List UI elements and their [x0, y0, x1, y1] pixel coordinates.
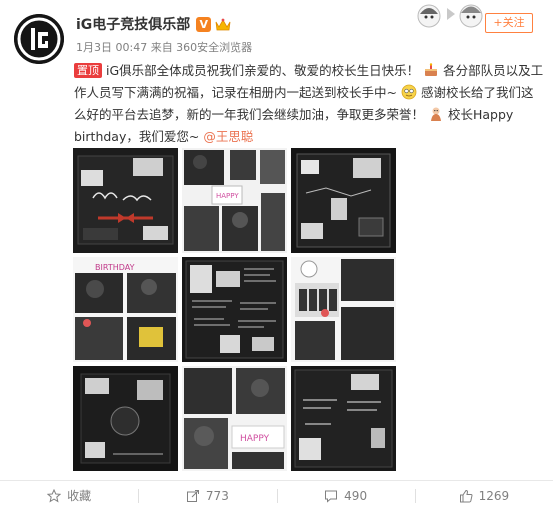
bow-emoji-icon: [431, 107, 441, 121]
author-info: iG电子竞技俱乐部 V: [76, 14, 231, 34]
like-count: 1269: [478, 488, 510, 503]
photo-9[interactable]: [291, 366, 396, 471]
repost-count: 773: [205, 488, 229, 503]
like-button[interactable]: 1269: [414, 481, 553, 510]
repost-icon: [186, 489, 199, 502]
photo-5[interactable]: [182, 257, 287, 362]
repost-button[interactable]: 773: [138, 481, 276, 510]
action-bar: 收藏 773 490 1269: [0, 481, 553, 510]
mention-link[interactable]: @王思聪: [203, 129, 253, 144]
photo-7[interactable]: [73, 366, 178, 471]
comment-button[interactable]: 490: [276, 481, 415, 510]
weibo-post-card: iG电子竞技俱乐部 V 1月3日 00:47 来自 360安全浏览器 +关注 置…: [0, 0, 553, 510]
pinned-tag: 置顶: [74, 63, 102, 78]
svg-text:HAPPY: HAPPY: [216, 192, 239, 200]
verified-badge: V: [196, 16, 212, 32]
photo-6[interactable]: [291, 257, 396, 362]
star-icon: [47, 488, 62, 502]
favorite-label: 收藏: [67, 489, 92, 503]
smile-emoji-icon: [401, 84, 417, 100]
svg-text:HAPPY: HAPPY: [240, 434, 270, 444]
comment-icon: [325, 490, 338, 503]
post-text: 置顶 iG俱乐部全体成员祝我们亲爱的、敬爱的校长生日快乐！ 各分部队员以及工作人…: [74, 60, 544, 148]
photo-1[interactable]: [73, 148, 178, 253]
cake-emoji-icon: [425, 63, 438, 76]
crown-icon: [215, 17, 231, 32]
avatar[interactable]: [14, 14, 64, 64]
photo-3[interactable]: [291, 148, 396, 253]
photo-4[interactable]: BIRTHDAY: [73, 257, 178, 362]
ig-logo-icon: [14, 14, 64, 64]
thumb-up-icon: [459, 489, 473, 502]
photo-8[interactable]: HAPPY: [182, 366, 287, 471]
comment-count: 490: [344, 488, 368, 503]
follow-button[interactable]: +关注: [485, 13, 533, 33]
post-meta: 1月3日 00:47 来自 360安全浏览器: [76, 41, 253, 54]
svg-text:BIRTHDAY: BIRTHDAY: [95, 263, 135, 272]
post-text-part-1: iG俱乐部全体成员祝我们亲爱的、敬爱的校长生日快乐！: [105, 63, 420, 78]
photo-2[interactable]: HAPPY: [182, 148, 287, 253]
favorite-button[interactable]: 收藏: [0, 481, 138, 510]
author-name[interactable]: iG电子竞技俱乐部: [76, 14, 190, 34]
